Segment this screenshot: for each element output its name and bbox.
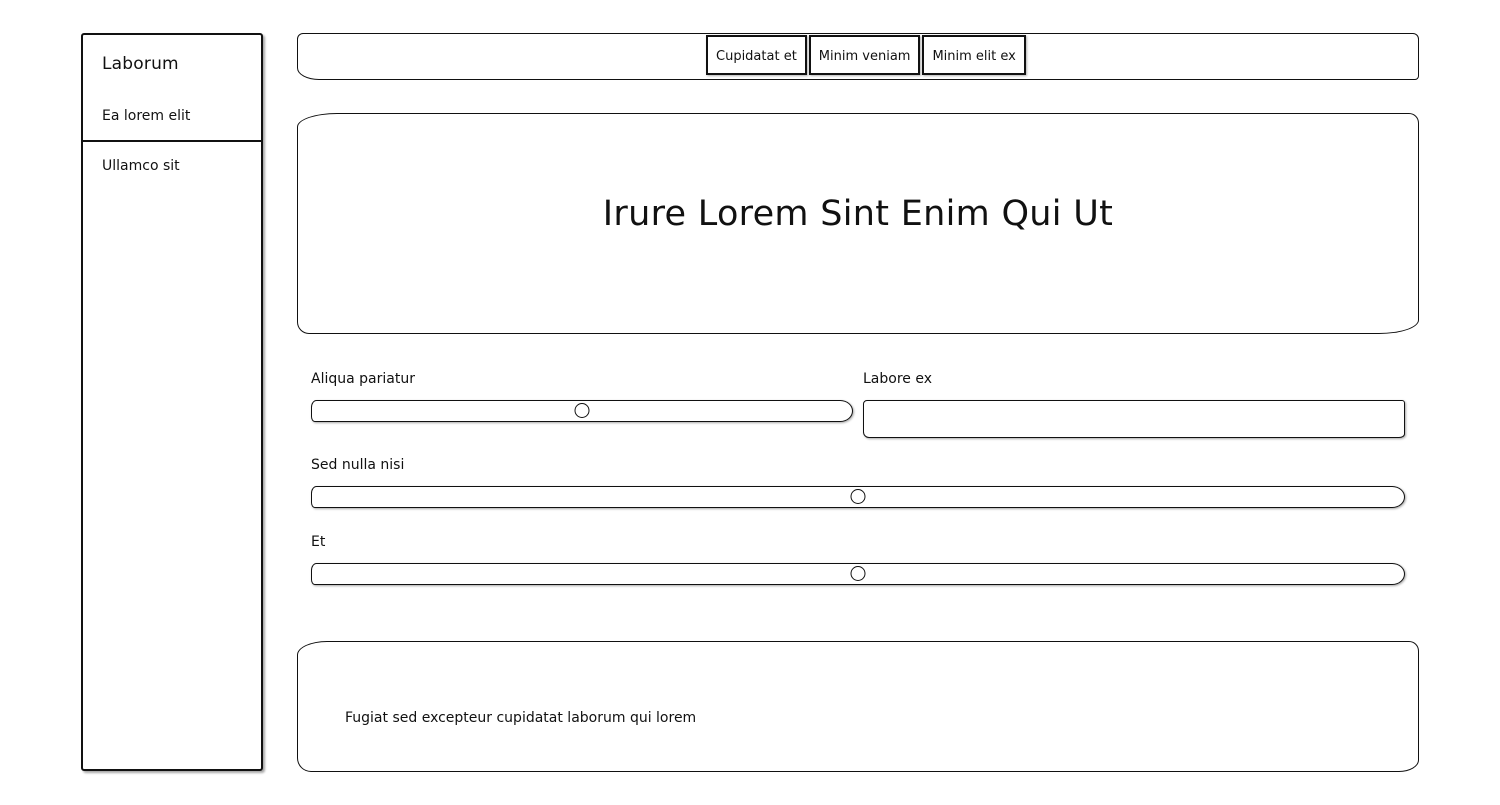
page: Laborum Ea lorem elit Ullamco sit Cupida… bbox=[0, 0, 1500, 805]
slider-label-et: Et bbox=[311, 534, 326, 550]
sidebar-item-ea-lorem-elit[interactable]: Ea lorem elit bbox=[102, 108, 190, 124]
slider-aliqua-pariatur[interactable] bbox=[311, 400, 853, 422]
tab-cupidatat-et[interactable]: Cupidatat et bbox=[706, 35, 807, 75]
slider-label-sed-nulla-nisi: Sed nulla nisi bbox=[311, 457, 405, 473]
tab-group: Cupidatat et Minim veniam Minim elit ex bbox=[706, 35, 1028, 75]
sidebar-brand: Laborum bbox=[102, 54, 179, 74]
hero-title: Irure Lorem Sint Enim Qui Ut bbox=[602, 194, 1114, 234]
top-navbar: Cupidatat et Minim veniam Minim elit ex bbox=[297, 33, 1419, 80]
sidebar-divider bbox=[83, 140, 261, 142]
labore-ex-input[interactable] bbox=[863, 400, 1405, 438]
footer-card: Fugiat sed excepteur cupidatat laborum q… bbox=[297, 641, 1419, 772]
footer-text: Fugiat sed excepteur cupidatat laborum q… bbox=[345, 710, 697, 726]
slider-label-aliqua-pariatur: Aliqua pariatur bbox=[311, 371, 415, 387]
slider-knob[interactable] bbox=[850, 566, 866, 581]
slider-knob[interactable] bbox=[850, 489, 866, 504]
sidebar: Laborum Ea lorem elit Ullamco sit bbox=[81, 33, 263, 771]
tab-minim-veniam[interactable]: Minim veniam bbox=[808, 35, 921, 75]
hero-card: Irure Lorem Sint Enim Qui Ut bbox=[297, 113, 1419, 334]
slider-et[interactable] bbox=[311, 563, 1405, 585]
slider-knob[interactable] bbox=[574, 403, 590, 418]
slider-sed-nulla-nisi[interactable] bbox=[311, 486, 1405, 508]
sidebar-item-ullamco-sit[interactable]: Ullamco sit bbox=[102, 158, 180, 174]
tab-minim-elit-ex[interactable]: Minim elit ex bbox=[922, 35, 1026, 75]
input-label-labore-ex: Labore ex bbox=[863, 371, 932, 387]
